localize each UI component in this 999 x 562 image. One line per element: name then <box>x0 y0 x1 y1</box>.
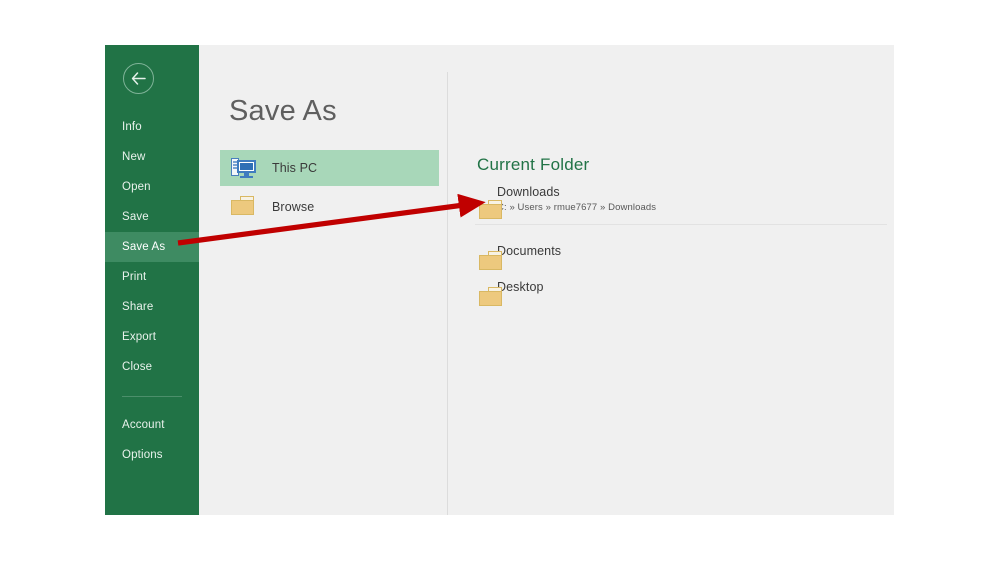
backstage-nav-list: Info New Open Save Save As Print Share E… <box>105 112 199 470</box>
folder-text: Documents <box>497 244 561 259</box>
folder-name: Downloads <box>497 185 560 199</box>
back-arrow-icon[interactable] <box>123 63 154 94</box>
sidebar-item-export[interactable]: Export <box>105 322 199 352</box>
current-folder-heading: Current Folder <box>477 155 590 174</box>
sidebar-item-print[interactable]: Print <box>105 262 199 292</box>
place-item-label: Browse <box>272 200 315 214</box>
sidebar-item-label: Share <box>122 301 154 313</box>
folder-icon <box>231 196 255 218</box>
this-pc-icon <box>231 157 256 179</box>
sidebar-item-save[interactable]: Save <box>105 202 199 232</box>
place-item-this-pc[interactable]: This PC <box>220 150 439 186</box>
sidebar-item-label: Open <box>122 181 151 193</box>
folder-text: Desktop <box>497 280 544 295</box>
page-title: Save As <box>229 95 337 127</box>
folder-name: Documents <box>497 243 562 258</box>
sidebar-item-open[interactable]: Open <box>105 172 199 202</box>
sidebar-item-label: Export <box>122 331 157 343</box>
folder-path: C: » Users » rmue7677 » Downloads <box>497 202 657 213</box>
sidebar-item-close[interactable]: Close <box>105 352 199 382</box>
sidebar-item-account[interactable]: Account <box>105 410 199 440</box>
sidebar-item-label: Options <box>122 449 163 461</box>
folder-row-downloads[interactable]: Downloads C: » Users » rmue7677 » Downlo… <box>475 183 887 225</box>
places-list: This PC Browse <box>220 150 439 228</box>
folder-list: Downloads C: » Users » rmue7677 » Downlo… <box>475 183 887 306</box>
sidebar-item-new[interactable]: New <box>105 142 199 172</box>
excel-backstage-window: Love+me_AR+Aging+Detail (1) - Excel Info… <box>105 45 894 515</box>
sidebar-item-info[interactable]: Info <box>105 112 199 142</box>
sidebar-item-save-as[interactable]: Save As <box>105 232 199 262</box>
folder-row-documents[interactable]: Documents <box>475 234 887 270</box>
folder-text: Downloads C: » Users » rmue7677 » Downlo… <box>497 185 656 215</box>
sidebar-item-label: Save <box>122 211 149 223</box>
sidebar-divider <box>122 396 182 397</box>
current-folder-pane: Current Folder Downloads C: » Users » rm… <box>448 45 894 515</box>
sidebar-item-label: New <box>122 151 146 163</box>
sidebar-item-label: Account <box>122 419 165 431</box>
sidebar-item-options[interactable]: Options <box>105 440 199 470</box>
places-pane: Save As This PC Browse <box>199 45 448 515</box>
place-item-label: This PC <box>272 161 318 175</box>
folder-name: Desktop <box>497 279 544 294</box>
sidebar-item-label: Save As <box>122 241 166 253</box>
folder-row-desktop[interactable]: Desktop <box>475 270 887 306</box>
sidebar-item-label: Info <box>122 121 142 133</box>
sidebar-item-label: Print <box>122 271 147 283</box>
sidebar-item-label: Close <box>122 361 153 373</box>
place-item-browse[interactable]: Browse <box>220 189 439 225</box>
backstage-sidebar: Info New Open Save Save As Print Share E… <box>105 45 199 515</box>
sidebar-item-share[interactable]: Share <box>105 292 199 322</box>
